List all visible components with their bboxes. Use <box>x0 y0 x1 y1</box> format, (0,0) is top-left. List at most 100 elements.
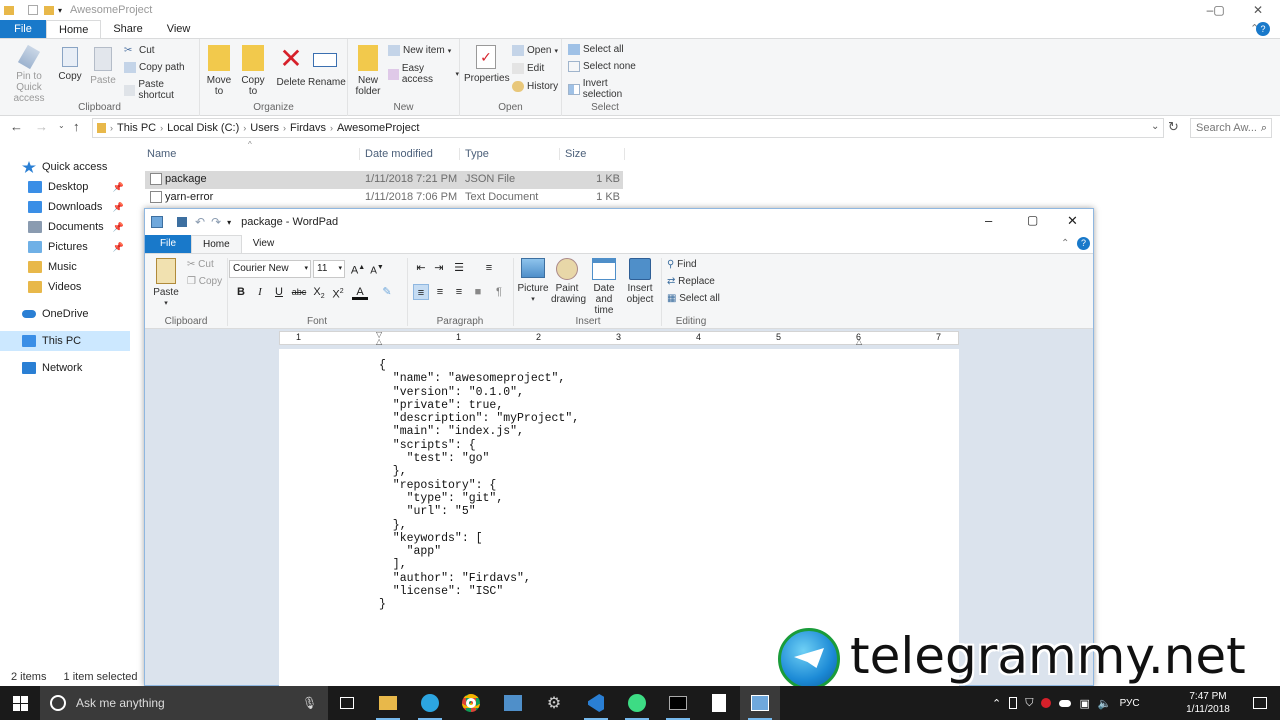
rename-button[interactable]: Rename <box>308 45 346 88</box>
paragraph-settings-icon[interactable]: ¶ <box>491 284 507 300</box>
paint-drawing-button[interactable]: Paint drawing <box>551 258 586 305</box>
terminal-taskbar-icon[interactable] <box>658 686 698 720</box>
breadcrumb-users[interactable]: Users <box>250 122 279 134</box>
delete-button[interactable]: ✕ Delete <box>276 45 306 89</box>
wordpad-close-button[interactable]: ✕ <box>1067 213 1078 229</box>
forward-arrow-icon[interactable]: → <box>35 119 48 134</box>
wordpad-tab-view[interactable]: View <box>242 235 286 253</box>
picture-button[interactable]: Picture ▾ <box>517 258 549 305</box>
easy-access-button[interactable]: Easy access ▾ <box>388 63 459 85</box>
network-tray-icon[interactable]: ▣ <box>1079 697 1089 710</box>
tab-share[interactable]: Share <box>101 20 154 38</box>
sidebar-item-this-pc[interactable]: This PC <box>0 331 130 351</box>
sidebar-item-quick-access[interactable]: Quick access <box>0 157 130 177</box>
properties-button[interactable]: ✓ Properties <box>464 45 510 84</box>
copy-path-button[interactable]: Copy path <box>124 62 185 73</box>
text-color-icon[interactable]: A <box>352 284 368 300</box>
sidebar-item-documents[interactable]: Documents 📌 <box>0 217 130 237</box>
save-icon[interactable] <box>177 217 187 227</box>
tab-file[interactable]: File <box>0 20 46 38</box>
bullets-icon[interactable]: ☰ <box>451 260 467 276</box>
column-name[interactable]: Name <box>147 148 176 160</box>
undo-icon[interactable]: ↶ <box>195 215 205 229</box>
breadcrumb-this-pc[interactable]: This PC <box>117 122 156 134</box>
back-arrow-icon[interactable]: ← <box>10 119 23 134</box>
wordpad-minimize-button[interactable]: – <box>985 213 992 228</box>
paste-shortcut-button[interactable]: Paste shortcut <box>124 79 199 101</box>
font-family-select[interactable]: Courier New ▾ <box>229 260 311 278</box>
tab-view[interactable]: View <box>155 20 203 38</box>
line-spacing-icon[interactable]: ≡ <box>481 260 497 276</box>
customize-toolbar-icon[interactable]: ▾ <box>58 6 62 15</box>
android-studio-taskbar-icon[interactable] <box>617 686 657 720</box>
select-all-button[interactable]: ▦ Select all <box>667 293 720 304</box>
breadcrumb[interactable]: › This PC › Local Disk (C:) › Users › Fi… <box>92 118 1164 138</box>
paste-button[interactable]: Paste ▾ <box>153 258 179 309</box>
help-icon[interactable]: ? <box>1077 237 1090 250</box>
clock[interactable]: 7:47 PM 1/11/2018 <box>1180 686 1236 720</box>
document-text[interactable]: { "name": "awesomeproject", "version": "… <box>379 359 579 612</box>
new-folder-button[interactable]: New folder <box>354 45 382 97</box>
replace-button[interactable]: ⇄ Replace <box>667 276 715 287</box>
volume-icon[interactable]: 🔈 <box>1098 697 1112 710</box>
copy-button[interactable]: ❐ Copy <box>187 276 222 287</box>
column-date-modified[interactable]: Date modified <box>359 148 433 160</box>
grow-font-icon[interactable]: A▲ <box>350 260 366 277</box>
wordpad-tab-file[interactable]: File <box>145 235 191 253</box>
decrease-indent-icon[interactable]: ⇤ <box>413 260 429 276</box>
chrome-taskbar-icon[interactable] <box>451 686 491 720</box>
align-center-icon[interactable]: ≡ <box>432 284 448 300</box>
shrink-font-icon[interactable]: A▼ <box>369 260 385 276</box>
align-right-icon[interactable]: ≡ <box>451 284 467 300</box>
notepad-taskbar-icon[interactable] <box>699 686 739 720</box>
left-indent-icon[interactable]: △ <box>376 337 382 346</box>
copy-to-button[interactable]: Copy to <box>240 45 266 97</box>
battery-icon[interactable] <box>1009 697 1018 709</box>
insert-object-button[interactable]: Insert object <box>623 258 657 305</box>
column-size[interactable]: Size <box>559 148 625 160</box>
sidebar-item-pictures[interactable]: Pictures 📌 <box>0 237 130 257</box>
sidebar-item-onedrive[interactable]: OneDrive <box>0 304 130 324</box>
ribbon-minimize-icon[interactable]: ⌃ <box>1061 235 1069 253</box>
increase-indent-icon[interactable]: ⇥ <box>431 260 447 276</box>
telegram-taskbar-icon[interactable] <box>410 686 450 720</box>
wordpad-maximize-button[interactable]: ▢ <box>1027 213 1038 227</box>
vscode-taskbar-icon[interactable] <box>576 686 616 720</box>
strikethrough-icon[interactable]: abc <box>291 284 307 300</box>
customize-toolbar-icon[interactable]: ▾ <box>227 218 231 227</box>
redo-icon[interactable]: ↷ <box>211 215 221 229</box>
new-folder-quick-icon[interactable] <box>44 5 54 15</box>
history-button[interactable]: History <box>512 81 558 92</box>
superscript-icon[interactable]: X2 <box>330 284 346 301</box>
store-taskbar-icon[interactable] <box>493 686 533 720</box>
sidebar-item-downloads[interactable]: Downloads 📌 <box>0 197 130 217</box>
up-arrow-icon[interactable]: ↑ <box>73 119 80 134</box>
move-to-button[interactable]: Move to <box>206 45 232 97</box>
italic-icon[interactable]: I <box>252 284 268 300</box>
paste-button[interactable]: Paste <box>88 47 118 86</box>
shield-icon[interactable]: ⛉ <box>1025 697 1033 710</box>
sidebar-item-network[interactable]: Network <box>0 358 130 378</box>
edit-button[interactable]: Edit <box>512 63 544 74</box>
search-input[interactable]: Search Aw... ⌕ <box>1190 118 1272 138</box>
font-size-select[interactable]: 11 ▾ <box>313 260 345 278</box>
underline-icon[interactable]: U <box>271 284 287 300</box>
wordpad-tab-home[interactable]: Home <box>191 235 242 253</box>
sidebar-item-desktop[interactable]: Desktop 📌 <box>0 177 130 197</box>
breadcrumb-awesomeproject[interactable]: AwesomeProject <box>337 122 419 134</box>
column-type[interactable]: Type <box>459 148 489 160</box>
wordpad-taskbar-icon[interactable] <box>740 686 780 720</box>
breadcrumb-firdavs[interactable]: Firdavs <box>290 122 326 134</box>
new-item-button[interactable]: New item ▾ <box>388 45 451 56</box>
select-all-button[interactable]: Select all <box>568 44 624 55</box>
tab-home[interactable]: Home <box>46 20 102 38</box>
subscript-icon[interactable]: X2 <box>311 284 327 300</box>
date-and-time-button[interactable]: Date and time <box>585 258 623 316</box>
address-dropdown-icon[interactable]: ⌄ <box>1151 121 1159 132</box>
close-button[interactable]: ✕ <box>1238 0 1278 20</box>
pin-quick-access-button[interactable]: Pin to Quick access <box>4 44 54 104</box>
microphone-icon[interactable]: 🎙 <box>302 696 317 710</box>
ruler[interactable]: ▽ △ △ 1 1 2 3 4 5 6 7 <box>279 330 959 346</box>
maximize-button[interactable]: ▢ <box>1199 0 1239 20</box>
find-button[interactable]: ⚲ Find <box>667 259 697 270</box>
